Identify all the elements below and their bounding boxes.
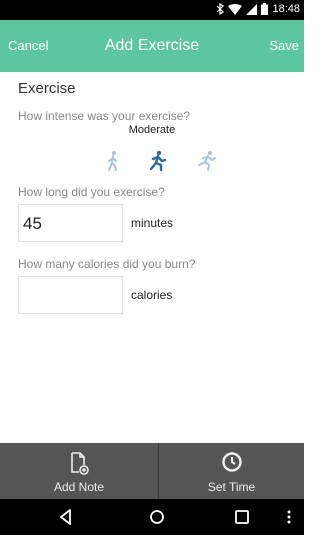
bottom-action-bar: Add Note Set Time	[0, 443, 304, 499]
status-icons: 18:48	[216, 3, 300, 15]
calories-input[interactable]	[18, 276, 123, 314]
status-time: 18:48	[272, 3, 300, 15]
status-bar: 18:48	[0, 0, 304, 20]
set-time-label: Set Time	[207, 480, 256, 494]
signal-icon	[246, 3, 258, 15]
app-bar: Cancel Add Exercise Save	[0, 20, 304, 72]
add-note-icon	[71, 452, 89, 475]
intensity-value: Moderate	[128, 124, 176, 136]
battery-icon	[261, 3, 269, 15]
add-note-label: Add Note	[53, 480, 105, 494]
bluetooth-icon	[217, 3, 225, 15]
home-icon[interactable]	[147, 507, 167, 527]
back-icon[interactable]	[56, 507, 76, 527]
wifi-icon	[228, 3, 243, 15]
recents-icon[interactable]	[232, 507, 252, 527]
intensity-question: How intense was your exercise?	[18, 109, 191, 123]
page-title: Add Exercise	[104, 37, 200, 54]
duration-input[interactable]: 45	[18, 204, 123, 242]
clock-icon	[221, 452, 242, 472]
duration-unit: minutes	[131, 216, 174, 230]
exercise-form: Exercise How intense was your exercise? …	[0, 72, 304, 442]
section-title: Exercise	[18, 80, 76, 97]
calories-question: How many calories did you burn?	[18, 257, 196, 271]
add-note-button[interactable]: Add Note	[0, 443, 158, 499]
set-time-button[interactable]: Set Time	[159, 443, 304, 499]
navigation-bar	[0, 499, 304, 535]
walking-icon[interactable]	[102, 150, 124, 172]
save-button[interactable]: Save	[269, 20, 299, 72]
duration-question: How long did you exercise?	[18, 185, 165, 199]
calories-unit: calories	[131, 288, 173, 302]
more-options-icon[interactable]	[284, 507, 294, 527]
running-icon[interactable]	[146, 150, 168, 172]
sprinting-icon[interactable]	[195, 150, 217, 172]
